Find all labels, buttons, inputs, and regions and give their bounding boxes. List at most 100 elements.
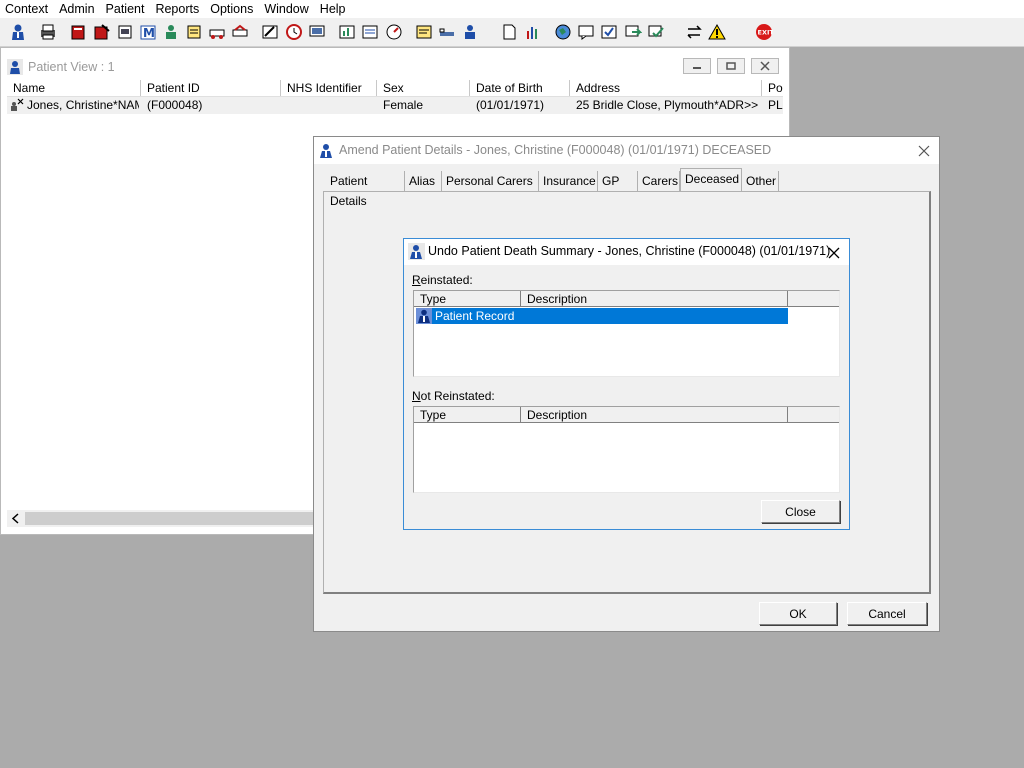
restore-button[interactable]	[717, 58, 745, 74]
green-arrow-icon[interactable]	[623, 22, 643, 42]
tab-insurance[interactable]: Insurance	[539, 171, 598, 191]
bar-chart-icon[interactable]	[523, 22, 543, 42]
edit-icon[interactable]	[260, 22, 280, 42]
column-header-description[interactable]: Description	[521, 291, 788, 307]
undo-patient-death-dialog: Undo Patient Death Summary - Jones, Chri…	[403, 238, 850, 530]
ok-button[interactable]: OK	[759, 602, 837, 625]
patient-icon	[408, 243, 425, 260]
list-item[interactable]: Patient Record	[416, 308, 788, 324]
cell-patient-id: (F000048)	[147, 98, 203, 112]
menu-help[interactable]: Help	[315, 0, 352, 18]
close-button[interactable]: Close	[761, 500, 840, 523]
bed-icon[interactable]	[437, 22, 457, 42]
clock-icon[interactable]	[284, 22, 304, 42]
cell-sex: Female	[383, 98, 424, 112]
transport-icon[interactable]	[207, 22, 227, 42]
column-header-description[interactable]: Description	[521, 407, 788, 423]
minimize-icon	[693, 67, 701, 69]
column-header-postcode[interactable]: Po	[762, 80, 783, 96]
exit-icon[interactable]: EXIT	[754, 22, 774, 42]
column-header-type[interactable]: Type	[414, 291, 521, 307]
tab-personal-carers[interactable]: Personal Carers	[442, 171, 539, 191]
green-check-icon[interactable]	[646, 22, 666, 42]
transfer-icon[interactable]	[684, 22, 704, 42]
svg-text:EXIT: EXIT	[758, 29, 774, 37]
column-header-sex[interactable]: Sex	[377, 80, 470, 96]
gauge-icon[interactable]	[384, 22, 404, 42]
deceased-patient-icon	[11, 98, 24, 111]
tab-patient-details[interactable]: Patient Details	[326, 171, 405, 208]
tab-gp[interactable]: GP	[598, 171, 638, 191]
cell-dob: (01/01/1971)	[476, 98, 545, 112]
document-icon[interactable]	[115, 22, 135, 42]
close-icon[interactable]	[826, 245, 842, 261]
letter-icon[interactable]	[414, 22, 434, 42]
chart-icon[interactable]	[337, 22, 357, 42]
patient-list-header: Name Patient ID NHS Identifier Sex Date …	[7, 80, 783, 97]
close-icon[interactable]	[916, 143, 932, 159]
svg-text:M: M	[143, 26, 155, 40]
menu-context[interactable]: Context	[0, 0, 54, 18]
patient-search-icon[interactable]	[8, 22, 28, 42]
scroll-left-icon[interactable]	[11, 513, 21, 524]
undo-dialog-title: Undo Patient Death Summary - Jones, Chri…	[428, 244, 831, 258]
user-icon[interactable]	[460, 22, 480, 42]
column-header-address[interactable]: Address	[570, 80, 762, 96]
list-item-type: Patient Record	[435, 309, 515, 323]
column-header-patient-id[interactable]: Patient ID	[141, 80, 281, 96]
not-reinstated-accesskey: N	[412, 389, 421, 403]
menu-patient[interactable]: Patient	[101, 0, 151, 18]
cell-postcode: PL	[768, 98, 783, 112]
column-header-dob[interactable]: Date of Birth	[470, 80, 570, 96]
page-icon[interactable]	[499, 22, 519, 42]
open-record-icon[interactable]	[92, 22, 112, 42]
cancel-button[interactable]: Cancel	[847, 602, 927, 625]
referral-icon[interactable]	[230, 22, 250, 42]
not-reinstated-list-header: Type Description	[414, 407, 839, 423]
print-icon[interactable]	[38, 22, 58, 42]
not-reinstated-list[interactable]: Type Description	[413, 406, 840, 493]
minimize-button[interactable]	[683, 58, 711, 74]
patient-view-title: Patient View : 1	[28, 60, 115, 74]
mail-icon[interactable]: M	[138, 22, 158, 42]
monitor-icon[interactable]	[307, 22, 327, 42]
menu-admin[interactable]: Admin	[54, 0, 100, 18]
tab-other[interactable]: Other	[742, 171, 779, 191]
globe-icon[interactable]	[553, 22, 573, 42]
menu-options[interactable]: Options	[205, 0, 259, 18]
report-icon[interactable]	[360, 22, 380, 42]
close-window-button[interactable]	[751, 58, 779, 74]
patient-icon	[320, 144, 332, 158]
close-icon	[760, 61, 770, 71]
patient-record-icon	[416, 308, 432, 324]
warning-icon[interactable]	[707, 22, 727, 42]
table-row[interactable]: Jones, Christine*NAM... (F000048) Female…	[7, 97, 783, 114]
reinstated-label: Reinstated:	[412, 273, 473, 287]
menu-reports[interactable]: Reports	[150, 0, 205, 18]
tab-carers[interactable]: Carers	[638, 171, 680, 191]
reinstated-list[interactable]: Type Description Patient Record	[413, 290, 840, 377]
tab-deceased[interactable]: Deceased	[680, 168, 742, 191]
tab-alias[interactable]: Alias	[405, 171, 442, 191]
not-reinstated-label-text: ot Reinstated:	[420, 389, 495, 403]
reinstated-accesskey: R	[412, 273, 421, 287]
book-icon[interactable]	[68, 22, 88, 42]
menu-window[interactable]: Window	[259, 0, 314, 18]
reinstated-label-text: einstated:	[420, 273, 473, 287]
amend-dialog-titlebar: Amend Patient Details - Jones, Christine…	[314, 137, 939, 164]
scrollbar-thumb[interactable]	[25, 512, 315, 525]
column-header-name[interactable]: Name	[7, 80, 141, 96]
clinician-icon[interactable]	[161, 22, 181, 42]
notes-icon[interactable]	[184, 22, 204, 42]
amend-dialog-title: Amend Patient Details - Jones, Christine…	[339, 143, 772, 157]
column-header-filler	[788, 291, 839, 307]
column-header-filler	[788, 407, 839, 423]
column-header-nhs-identifier[interactable]: NHS Identifier	[281, 80, 377, 96]
message-icon[interactable]	[576, 22, 596, 42]
patient-icon	[7, 59, 23, 75]
main-toolbar: M EXIT	[0, 18, 1024, 47]
check-in-icon[interactable]	[599, 22, 619, 42]
undo-dialog-titlebar: Undo Patient Death Summary - Jones, Chri…	[404, 239, 849, 265]
column-header-type[interactable]: Type	[414, 407, 521, 423]
cell-name: Jones, Christine*NAM...	[27, 98, 139, 112]
